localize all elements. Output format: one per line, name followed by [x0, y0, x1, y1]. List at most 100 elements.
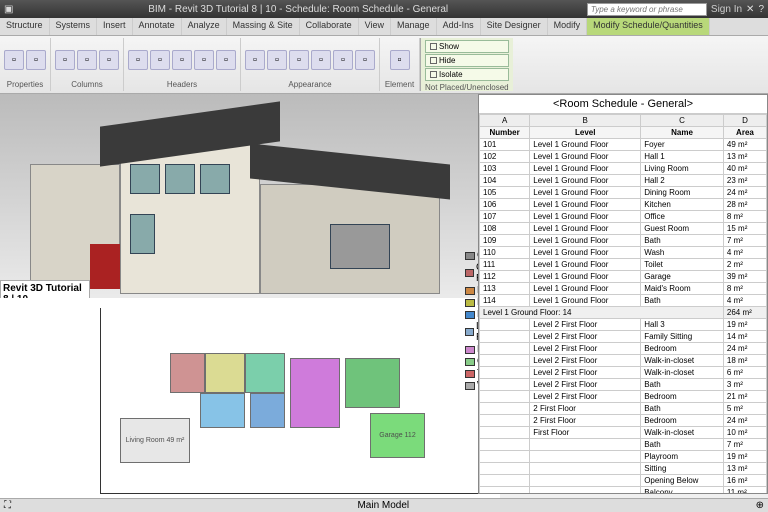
- info-icon[interactable]: ?: [758, 4, 764, 15]
- tab-manage[interactable]: Manage: [391, 18, 437, 35]
- align-horizontal-button[interactable]: ▫: [333, 50, 353, 70]
- table-row[interactable]: Opening Below16 m²: [480, 475, 767, 487]
- table-row[interactable]: 110Level 1 Ground FloorWash4 m²: [480, 247, 767, 259]
- tab-modify[interactable]: Modify: [548, 18, 588, 35]
- isolate-button[interactable]: Isolate: [425, 68, 509, 81]
- help-icon[interactable]: ✕: [746, 4, 754, 15]
- hide-button[interactable]: Hide: [425, 54, 509, 67]
- table-row[interactable]: 102Level 1 Ground FloorHall 113 m²: [480, 151, 767, 163]
- resize-button[interactable]: ▫: [99, 50, 119, 70]
- floorplan-room[interactable]: [245, 353, 285, 393]
- window-title: BIM - Revit 3D Tutorial 8 | 10 - Schedul…: [13, 4, 582, 15]
- tab-site-designer[interactable]: Site Designer: [481, 18, 548, 35]
- table-row[interactable]: 106Level 1 Ground FloorKitchen28 m²: [480, 199, 767, 211]
- table-row[interactable]: Level 2 First FloorWalk-in-closet18 m²: [480, 355, 767, 367]
- table-row[interactable]: 105Level 1 Ground FloorDining Room24 m²: [480, 187, 767, 199]
- app-icon: ▣: [4, 4, 13, 15]
- tab-analyze[interactable]: Analyze: [182, 18, 227, 35]
- table-row[interactable]: Bath7 m²: [480, 439, 767, 451]
- ungroup-button[interactable]: ▫: [216, 50, 236, 70]
- table-row[interactable]: Level 2 First FloorBedroom24 m²: [480, 343, 767, 355]
- table-row[interactable]: 101Level 1 Ground FloorFoyer49 m²: [480, 139, 767, 151]
- calculated-button[interactable]: ▫: [26, 50, 46, 70]
- login-link[interactable]: Sign In: [711, 4, 742, 15]
- col-header[interactable]: Level: [530, 127, 641, 139]
- table-row[interactable]: Level 2 First FloorBath3 m²: [480, 379, 767, 391]
- model-label: Main Model: [357, 500, 409, 511]
- tab-systems[interactable]: Systems: [50, 18, 98, 35]
- tab-add-ins[interactable]: Add-Ins: [437, 18, 481, 35]
- table-row[interactable]: 108Level 1 Ground FloorGuest Room15 m²: [480, 223, 767, 235]
- ribbon-group-properties: ▫▫Properties: [0, 38, 51, 91]
- borders-button[interactable]: ▫: [267, 50, 287, 70]
- merge-button[interactable]: ▫: [128, 50, 148, 70]
- insert-button[interactable]: ▫: [55, 50, 75, 70]
- floorplan-room[interactable]: Living Room 49 m²: [120, 418, 190, 463]
- col-letter: B: [530, 115, 641, 127]
- highlight-in-model-button[interactable]: ▫: [390, 50, 410, 70]
- group-total-row: Level 1 Ground Floor: 14264 m²: [480, 307, 767, 319]
- floorplan-room[interactable]: Garage 112: [370, 413, 425, 458]
- tab-insert[interactable]: Insert: [97, 18, 133, 35]
- ribbon-group-element: ▫Element: [380, 38, 420, 91]
- group-button[interactable]: ▫: [194, 50, 214, 70]
- delete-button[interactable]: ▫: [77, 50, 97, 70]
- table-row[interactable]: 107Level 1 Ground FloorOffice8 m²: [480, 211, 767, 223]
- table-row[interactable]: 2 First FloorBath5 m²: [480, 403, 767, 415]
- table-row[interactable]: Playroom19 m²: [480, 451, 767, 463]
- schedule-panel[interactable]: <Room Schedule - General> ABCDNumberLeve…: [478, 94, 768, 494]
- floorplan-room[interactable]: [345, 358, 400, 408]
- table-row[interactable]: Sitting13 m²: [480, 463, 767, 475]
- font-button[interactable]: ▫: [311, 50, 331, 70]
- filter-label: Not Placed/Unenclosed: [425, 83, 509, 92]
- format-unit-button[interactable]: ▫: [4, 50, 24, 70]
- align-vertical-button[interactable]: ▫: [355, 50, 375, 70]
- insert-button[interactable]: ▫: [150, 50, 170, 70]
- floorplan-room[interactable]: [205, 353, 245, 393]
- tab-annotate[interactable]: Annotate: [133, 18, 182, 35]
- titlebar: ▣ BIM - Revit 3D Tutorial 8 | 10 - Sched…: [0, 0, 768, 18]
- table-row[interactable]: 103Level 1 Ground FloorLiving Room40 m²: [480, 163, 767, 175]
- table-row[interactable]: 111Level 1 Ground FloorToilet2 m²: [480, 259, 767, 271]
- col-header[interactable]: Name: [641, 127, 724, 139]
- table-row[interactable]: Level 2 First FloorBedroom21 m²: [480, 391, 767, 403]
- group-label: Appearance: [288, 80, 331, 89]
- table-row[interactable]: 112Level 1 Ground FloorGarage39 m²: [480, 271, 767, 283]
- col-letter: A: [480, 115, 530, 127]
- clear-button[interactable]: ▫: [172, 50, 192, 70]
- zoom-icon[interactable]: ⊕: [756, 500, 764, 511]
- scale-icon[interactable]: ⛶: [4, 500, 11, 511]
- floorplan-room[interactable]: [290, 358, 340, 428]
- tab-collaborate[interactable]: Collaborate: [300, 18, 359, 35]
- floorplan-room[interactable]: [170, 353, 205, 393]
- tab-modify-schedule-quantities[interactable]: Modify Schedule/Quantities: [587, 18, 710, 35]
- table-row[interactable]: Balcony11 m²: [480, 487, 767, 495]
- schedule-table[interactable]: ABCD NumberLevelNameArea101Level 1 Ground…: [479, 114, 767, 494]
- statusbar: ⛶ Main Model ⊕: [0, 498, 768, 512]
- floorplan-view[interactable]: Living Room 49 m² Garage 112: [0, 298, 500, 498]
- tab-massing-site[interactable]: Massing & Site: [227, 18, 300, 35]
- table-row[interactable]: 114Level 1 Ground FloorBath4 m²: [480, 295, 767, 307]
- reset-button[interactable]: ▫: [289, 50, 309, 70]
- table-row[interactable]: 104Level 1 Ground FloorHall 223 m²: [480, 175, 767, 187]
- table-row[interactable]: Level 2 First FloorWalk-in-closet6 m²: [480, 367, 767, 379]
- search-input[interactable]: [587, 3, 707, 16]
- floorplan-room[interactable]: [200, 393, 245, 428]
- tab-structure[interactable]: Structure: [0, 18, 50, 35]
- col-header[interactable]: Number: [480, 127, 530, 139]
- col-letter: C: [641, 115, 724, 127]
- table-row[interactable]: Level 2 First FloorHall 319 m²: [480, 319, 767, 331]
- table-row[interactable]: First FloorWalk-in-closet10 m²: [480, 427, 767, 439]
- floorplan-room[interactable]: [250, 393, 285, 428]
- table-row[interactable]: 113Level 1 Ground FloorMaid's Room8 m²: [480, 283, 767, 295]
- shading-button[interactable]: ▫: [245, 50, 265, 70]
- tab-view[interactable]: View: [359, 18, 391, 35]
- table-row[interactable]: Level 2 First FloorFamily Sitting14 m²: [480, 331, 767, 343]
- show-button[interactable]: Show: [425, 40, 509, 53]
- col-header[interactable]: Area: [723, 127, 766, 139]
- group-label: Columns: [71, 80, 103, 89]
- table-row[interactable]: 109Level 1 Ground FloorBath7 m²: [480, 235, 767, 247]
- table-row[interactable]: 2 First FloorBedroom24 m²: [480, 415, 767, 427]
- col-letter: D: [723, 115, 766, 127]
- ribbon-group-headers: ▫▫▫▫▫Headers: [124, 38, 241, 91]
